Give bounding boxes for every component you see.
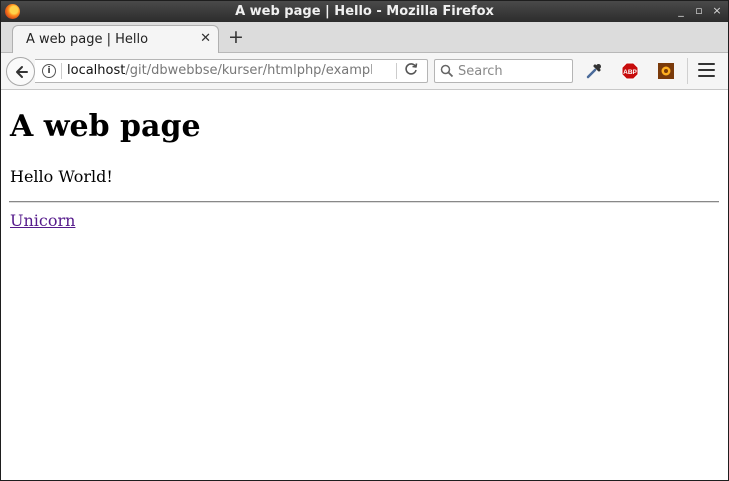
back-button[interactable]	[6, 57, 35, 86]
tab-close-icon[interactable]: ✕	[200, 31, 211, 46]
search-input[interactable]: Search	[458, 64, 503, 79]
hamburger-menu-icon[interactable]	[698, 63, 715, 78]
close-window-button[interactable]: ×	[712, 3, 722, 19]
firefox-logo-icon	[5, 4, 20, 19]
unicorn-link[interactable]: Unicorn	[10, 211, 75, 230]
window-title: A web page | Hello - Mozilla Firefox	[235, 4, 494, 19]
minimize-button[interactable]: _	[676, 3, 686, 19]
back-arrow-icon	[15, 65, 28, 78]
title-bar[interactable]: A web page | Hello - Mozilla Firefox _ ▫…	[1, 1, 728, 22]
url-host: localhost	[67, 63, 126, 78]
tab-active[interactable]: A web page | Hello ✕	[12, 25, 219, 53]
adblock-plus-icon[interactable]: ABP	[621, 62, 639, 80]
url-divider	[61, 63, 62, 79]
window-controls: _ ▫ ×	[676, 3, 722, 19]
eyedropper-icon[interactable]	[585, 62, 603, 80]
tab-label: A web page | Hello	[26, 32, 149, 47]
extension-icon[interactable]	[657, 62, 675, 80]
url-bar[interactable]: i localhost/git/dbwebbse/kurser/htmlphp/…	[35, 59, 428, 83]
reload-icon[interactable]	[402, 62, 420, 80]
url-divider	[396, 63, 397, 79]
search-bar[interactable]: Search	[434, 59, 573, 83]
search-icon	[440, 64, 454, 78]
url-path: /git/dbwebbse/kurser/htmlphp/example/	[125, 63, 372, 78]
info-icon[interactable]: i	[42, 64, 56, 78]
maximize-button[interactable]: ▫	[694, 3, 704, 19]
page-content: A web page Hello World! Unicorn	[1, 91, 728, 480]
tab-strip: A web page | Hello ✕ +	[1, 22, 728, 53]
horizontal-rule	[9, 201, 719, 203]
url-text[interactable]: localhost/git/dbwebbse/kurser/htmlphp/ex…	[67, 63, 372, 80]
browser-window: A web page | Hello - Mozilla Firefox _ ▫…	[0, 0, 729, 481]
page-paragraph: Hello World!	[10, 167, 113, 186]
page-heading: A web page	[10, 109, 201, 144]
abp-label: ABP	[623, 69, 637, 76]
navigation-bar: i localhost/git/dbwebbse/kurser/htmlphp/…	[1, 53, 728, 90]
new-tab-button[interactable]: +	[226, 27, 246, 47]
toolbar-divider	[687, 58, 688, 84]
